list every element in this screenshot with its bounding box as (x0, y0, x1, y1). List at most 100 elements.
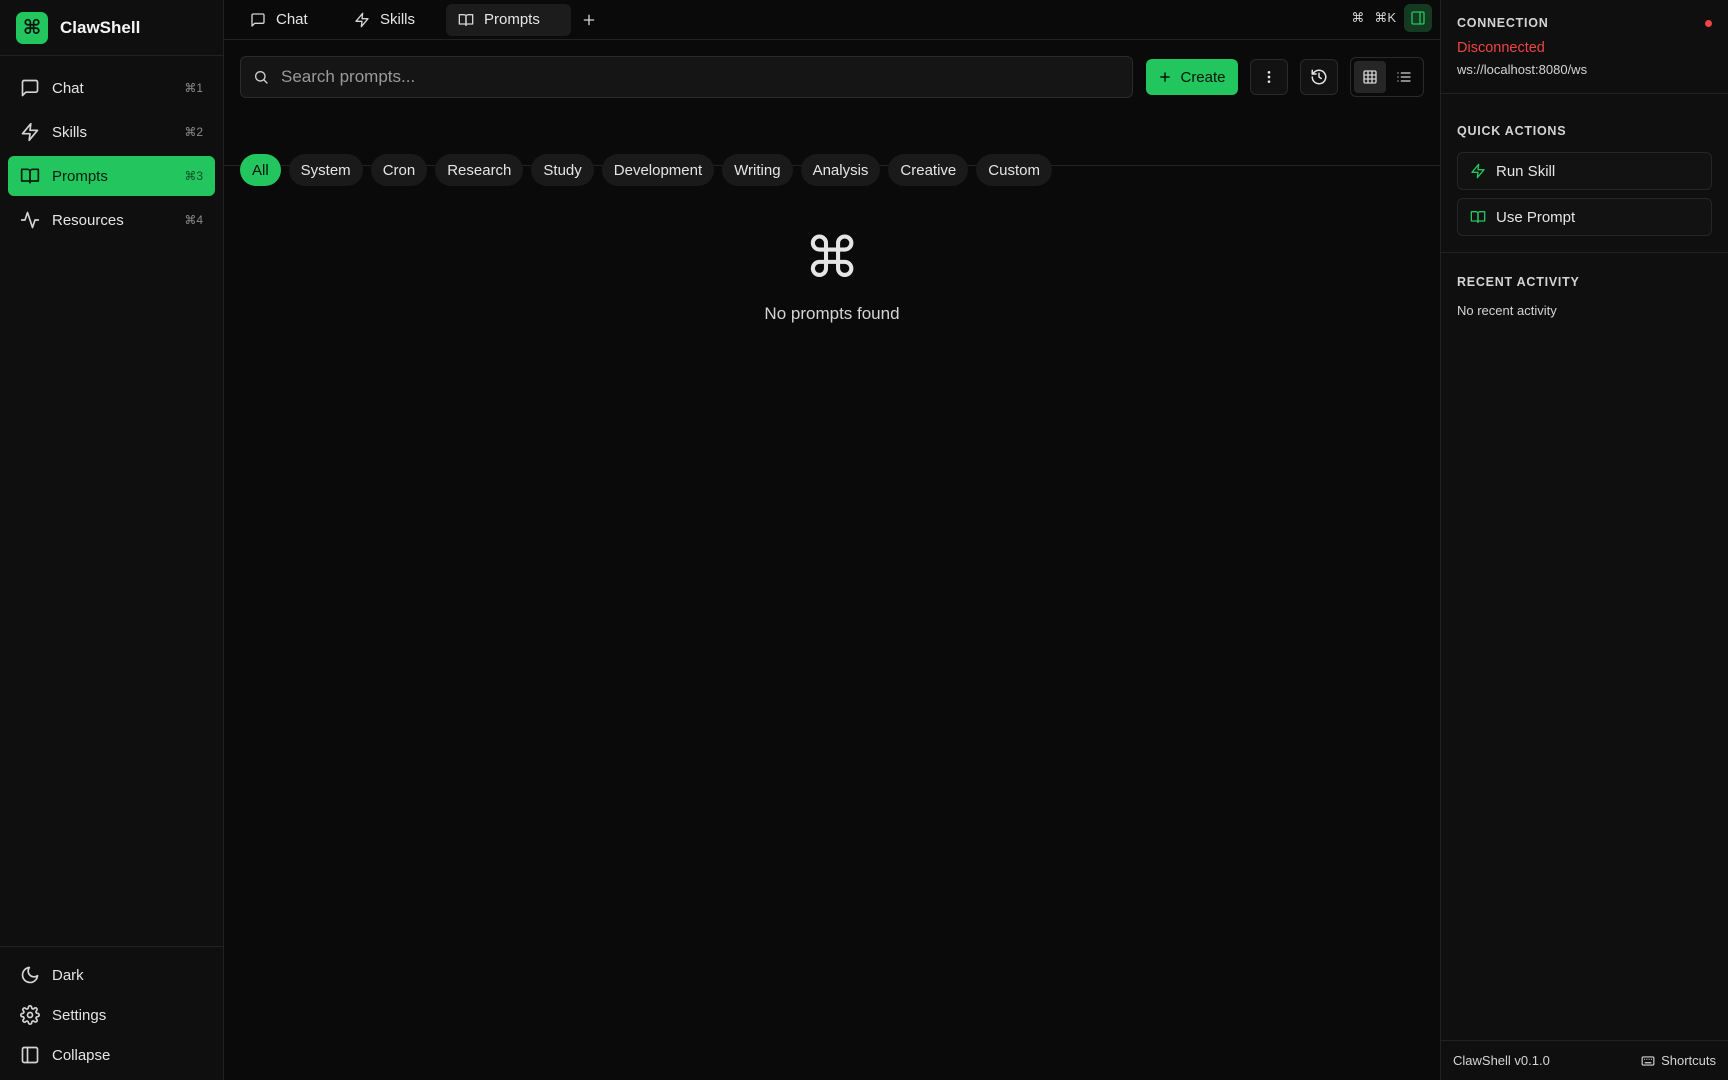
run-skill-label: Run Skill (1496, 162, 1556, 180)
shortcut-hint: ⌘4 (184, 213, 203, 227)
filter-study[interactable]: Study (531, 154, 594, 186)
command-icon: ⌘ (1351, 10, 1365, 25)
tab-label: Chat (276, 11, 308, 28)
collapse-sidebar-button[interactable]: Collapse (8, 1035, 215, 1075)
sidebar-footer: Dark Settings Collapse (0, 946, 223, 1080)
list-view-button[interactable] (1388, 61, 1420, 93)
moon-icon (20, 965, 40, 985)
shortcut-hint: ⌘3 (184, 169, 203, 183)
brand: ⌘ ClawShell (0, 0, 223, 56)
section-heading: QUICK ACTIONS (1457, 124, 1712, 138)
sidebar-collapse-icon (20, 1045, 40, 1065)
sidebar: ⌘ ClawShell Chat ⌘1 Skills ⌘2 Prompts ⌘3… (0, 0, 224, 1080)
app-version: ClawShell v0.1.0 (1453, 1053, 1550, 1068)
command-palette-button[interactable]: ⌘ ⌘K (1351, 10, 1396, 26)
search-icon (253, 69, 269, 85)
connection-section: CONNECTION Disconnected ws://localhost:8… (1441, 0, 1728, 94)
filter-all[interactable]: All (240, 154, 281, 186)
history-button[interactable] (1300, 59, 1338, 95)
search-box (240, 56, 1133, 98)
activity-icon (20, 210, 40, 230)
bolt-icon (1470, 163, 1486, 179)
chat-icon (20, 78, 40, 98)
sidebar-item-label: Chat (52, 79, 84, 97)
connection-heading-row: CONNECTION (1457, 16, 1712, 30)
theme-label: Dark (52, 966, 84, 984)
right-panel-footer: ClawShell v0.1.0 Shortcuts (1441, 1040, 1728, 1080)
history-icon (1310, 68, 1328, 86)
sidebar-item-chat[interactable]: Chat ⌘1 (8, 68, 215, 108)
shortcut-hint: ⌘1 (184, 81, 203, 95)
sidebar-nav: Chat ⌘1 Skills ⌘2 Prompts ⌘3 Resources ⌘… (0, 56, 223, 240)
filter-development[interactable]: Development (601, 154, 715, 186)
shortcuts-button[interactable]: Shortcuts (1641, 1053, 1716, 1068)
empty-state: ⌘ No prompts found (224, 230, 1440, 324)
plus-icon (1158, 70, 1172, 84)
tab-label: Skills (380, 11, 416, 28)
quick-actions-section: QUICK ACTIONS Run Skill Use Prompt (1441, 94, 1728, 253)
bolt-icon (354, 12, 370, 28)
tab-label: Prompts (484, 11, 540, 28)
use-prompt-label: Use Prompt (1496, 208, 1576, 226)
app-logo-icon: ⌘ (16, 11, 48, 44)
collapse-label: Collapse (52, 1046, 111, 1064)
use-prompt-button[interactable]: Use Prompt (1457, 198, 1712, 236)
command-shortcut: ⌘K (1374, 10, 1396, 25)
filter-system[interactable]: System (288, 154, 363, 186)
quick-actions-heading: QUICK ACTIONS (1457, 124, 1567, 138)
filter-cron[interactable]: Cron (370, 154, 428, 186)
filter-writing[interactable]: Writing (722, 154, 793, 186)
command-icon: ⌘ (804, 226, 860, 289)
bolt-icon (20, 122, 40, 142)
book-icon (1470, 209, 1486, 225)
recent-activity-heading: RECENT ACTIVITY (1457, 275, 1580, 289)
tab-prompts[interactable]: Prompts (446, 3, 571, 36)
section-heading: CONNECTION (1457, 16, 1549, 30)
sidebar-item-resources[interactable]: Resources ⌘4 (8, 200, 215, 240)
grid-icon (1362, 69, 1378, 85)
recent-activity-section: RECENT ACTIVITY No recent activity (1441, 253, 1728, 318)
view-mode-toggle (1350, 57, 1424, 97)
more-vertical-icon (1261, 69, 1277, 85)
gear-icon (20, 1005, 40, 1025)
app-window: ⌘ ClawShell Chat ⌘1 Skills ⌘2 Prompts ⌘3… (0, 0, 1728, 1080)
settings-button[interactable]: Settings (8, 995, 215, 1035)
settings-label: Settings (52, 1006, 107, 1024)
filter-creative[interactable]: Creative (888, 154, 969, 186)
theme-toggle-button[interactable]: Dark (8, 955, 215, 995)
book-icon (20, 166, 40, 186)
right-panel: CONNECTION Disconnected ws://localhost:8… (1440, 0, 1728, 1080)
filter-custom[interactable]: Custom (976, 154, 1052, 186)
more-options-button[interactable] (1250, 59, 1288, 95)
category-filters: All System Cron Research Study Developme… (240, 154, 1052, 186)
main-content: Chat Skills Prompts ⌘ ⌘K Search prompts.… (224, 0, 1440, 1080)
toggle-right-panel-button[interactable] (1404, 4, 1432, 32)
filter-analysis[interactable]: Analysis (800, 154, 881, 186)
keyboard-icon (1641, 1054, 1655, 1068)
grid-view-button[interactable] (1354, 61, 1386, 93)
tabbar-actions: ⌘ ⌘K (1351, 4, 1432, 32)
list-icon (1396, 69, 1412, 85)
book-icon (458, 12, 474, 28)
empty-state-message: No prompts found (764, 304, 900, 323)
shortcuts-label: Shortcuts (1661, 1053, 1716, 1068)
new-tab-button[interactable] (571, 4, 607, 36)
tab-bar: Chat Skills Prompts ⌘ ⌘K (224, 0, 1440, 40)
search-input[interactable] (281, 67, 1132, 87)
tab-chat[interactable]: Chat (238, 4, 342, 36)
sidebar-item-label: Skills (52, 123, 88, 141)
create-label: Create (1180, 68, 1226, 86)
run-skill-button[interactable]: Run Skill (1457, 152, 1712, 190)
filter-research[interactable]: Research (435, 154, 524, 186)
prompts-toolbar: Create (224, 40, 1440, 186)
sidebar-item-label: Resources (52, 211, 124, 229)
sidebar-item-prompts[interactable]: Prompts ⌘3 (8, 156, 215, 196)
panel-right-icon (1410, 10, 1426, 26)
tab-skills[interactable]: Skills (342, 4, 446, 36)
create-prompt-button[interactable]: Create (1146, 59, 1238, 95)
status-dot-icon (1705, 19, 1712, 27)
plus-icon (581, 12, 597, 28)
connection-url: ws://localhost:8080/ws (1457, 62, 1588, 77)
sidebar-item-label: Prompts (52, 167, 108, 185)
sidebar-item-skills[interactable]: Skills ⌘2 (8, 112, 215, 152)
